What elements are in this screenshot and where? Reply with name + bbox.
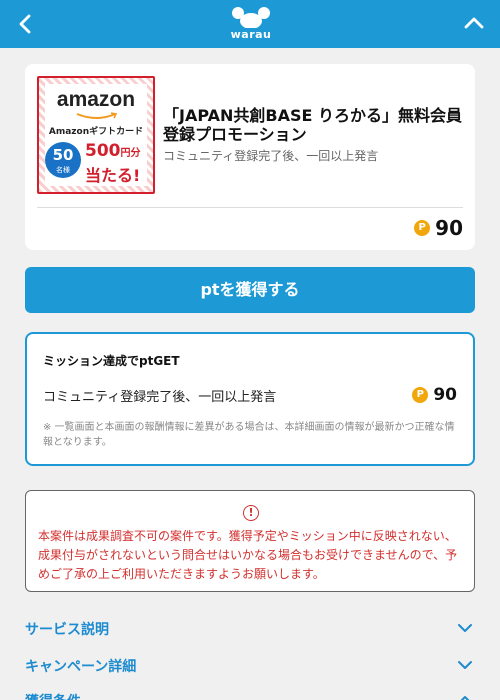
mission-points: P 90 [412,385,457,405]
banner-content: amazon Amazonギフトカード 50 名様 500円分 当たる! [45,84,147,186]
winner-count: 50 [52,146,74,164]
alert-icon: ! [243,505,259,521]
mission-note: ※ 一覧画面と本画面の報酬情報に差異がある場合は、本詳細画面の情報が最新かつ正確… [43,422,455,448]
warning-text: 本案件は成果調査不可の案件です。獲得予定やミッション中に反映されない、成果付与が… [38,529,458,581]
points-value: 90 [435,216,463,240]
accordion-service-description[interactable]: サービス説明 [25,616,475,640]
accordion-label: キャンペーン詳細 [25,659,137,675]
warning-box: ! 本案件は成果調査不可の案件です。獲得予定やミッション中に反映されない、成果付… [25,490,475,592]
logo-text: warau [230,28,272,41]
offer-banner: amazon Amazonギフトカード 50 名様 500円分 当たる! [37,76,155,194]
mission-condition: コミュニティ登録完了後、一回以上発言 [43,390,277,405]
back-chevron-icon[interactable] [14,12,38,36]
divider [37,207,463,208]
accordion-label: 獲得条件 [25,691,81,700]
mouse-logo-icon [232,7,270,29]
warau-logo[interactable]: warau [228,6,274,42]
collapse-chevron-icon[interactable] [462,12,486,36]
app-header: warau [0,0,500,48]
chevron-up-icon [460,696,470,700]
amazon-brand: amazon [56,88,136,111]
offer-points: P 90 [414,216,463,240]
winner-count-badge: 50 名様 [45,142,81,178]
offer-card: amazon Amazonギフトカード 50 名様 500円分 当たる! 「JA… [25,64,475,250]
win-text: 当たる! [85,166,141,185]
mission-heading: ミッション達成でptGET [43,354,180,368]
offer-subtitle: コミュニティ登録完了後、一回以上発言 [163,149,379,163]
chevron-down-icon [458,661,472,669]
amount-unit: 円分 [120,148,141,159]
point-coin-icon: P [414,220,431,236]
get-points-button[interactable]: ptを獲得する [25,267,475,313]
amount-value: 500 [85,141,121,161]
prize-amount: 500円分 [85,142,141,163]
amazon-smile-icon [76,112,118,119]
accordion-acquisition-conditions[interactable]: 獲得条件 [25,688,475,700]
offer-title: 「JAPAN共創BASE りろかる」無料会員登録プロモーション [163,106,462,144]
winner-unit: 名様 [56,166,70,174]
giftcard-label: Amazonギフトカード [48,127,144,137]
point-coin-icon: P [412,387,429,403]
mission-points-value: 90 [433,385,457,405]
accordion-campaign-details[interactable]: キャンペーン詳細 [25,653,475,677]
chevron-down-icon [458,624,472,632]
mission-box: ミッション達成でptGET コミュニティ登録完了後、一回以上発言 P 90 ※ … [25,332,475,466]
accordion-label: サービス説明 [25,622,109,638]
